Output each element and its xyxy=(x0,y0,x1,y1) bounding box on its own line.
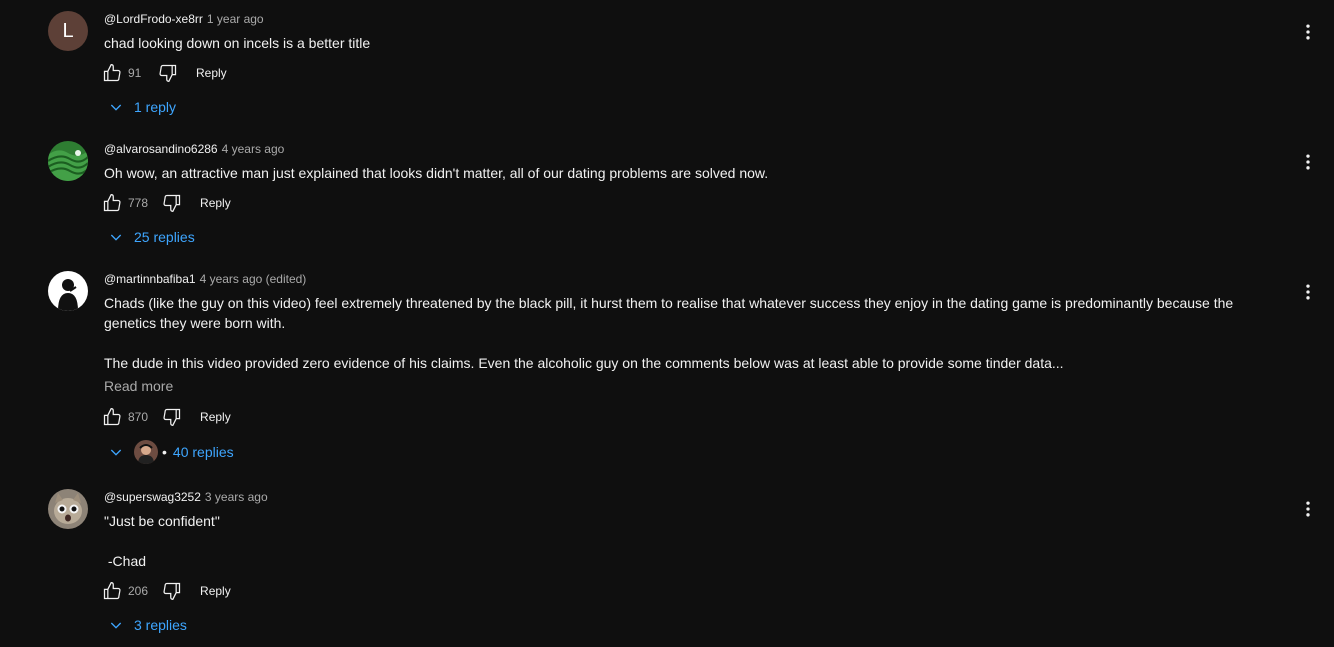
comment-header: @alvarosandino6286 4 years ago xyxy=(104,142,284,156)
comment-time[interactable]: 1 year ago xyxy=(207,12,264,26)
comments-section: L @LordFrodo-xe8rr 1 year ago chad lookin… xyxy=(0,0,1334,647)
replies-toggle[interactable]: 3 replies xyxy=(104,613,187,637)
comment-time[interactable]: 4 years ago (edited) xyxy=(200,272,307,286)
comment-actions: 206 Reply xyxy=(100,579,231,603)
comment-paragraph: -Chad xyxy=(104,553,147,569)
comment-text: "Just be confident" -Chad xyxy=(104,511,1284,571)
comment-actions: 91 Reply xyxy=(100,61,227,85)
reply-button[interactable]: Reply xyxy=(200,584,231,598)
replies-toggle[interactable]: 25 replies xyxy=(104,225,195,249)
avatar-letter: L xyxy=(62,20,74,42)
like-count: 870 xyxy=(128,410,149,424)
separator-dot: • xyxy=(162,444,167,460)
comment-header: @superswag3252 3 years ago xyxy=(104,490,268,504)
reply-button[interactable]: Reply xyxy=(200,196,231,210)
comment-paragraph xyxy=(104,531,1284,551)
avatar[interactable]: L xyxy=(48,11,88,51)
chevron-down-icon xyxy=(104,225,128,249)
creator-avatar xyxy=(134,440,158,464)
comment-text: chad looking down on incels is a better … xyxy=(104,33,1284,53)
author-name[interactable]: @alvarosandino6286 xyxy=(104,142,218,156)
like-icon[interactable] xyxy=(100,191,124,215)
more-vert-icon[interactable] xyxy=(1296,280,1320,304)
comment-paragraph: chad looking down on incels is a better … xyxy=(104,35,371,51)
more-vert-icon[interactable] xyxy=(1296,150,1320,174)
like-icon[interactable] xyxy=(100,61,124,85)
like-count: 91 xyxy=(128,66,142,80)
comment-text: Chads (like the guy on this video) feel … xyxy=(104,293,1284,373)
replies-toggle[interactable]: • 40 replies xyxy=(104,440,234,464)
reply-button[interactable]: Reply xyxy=(200,410,231,424)
comment-actions: 778 Reply xyxy=(100,191,231,215)
replies-count: 40 replies xyxy=(172,444,234,460)
chevron-down-icon xyxy=(104,440,128,464)
dislike-icon[interactable] xyxy=(160,579,184,603)
read-more-button[interactable]: Read more xyxy=(104,378,173,394)
comment-paragraph: Chads (like the guy on this video) feel … xyxy=(104,295,1238,331)
dislike-icon[interactable] xyxy=(160,405,184,429)
like-count: 206 xyxy=(128,584,149,598)
author-name[interactable]: @LordFrodo-xe8rr xyxy=(104,12,203,26)
dislike-icon[interactable] xyxy=(160,191,184,215)
reply-button[interactable]: Reply xyxy=(196,66,227,80)
avatar[interactable] xyxy=(48,271,88,311)
replies-count: 3 replies xyxy=(134,617,187,633)
avatar[interactable] xyxy=(48,489,88,529)
more-vert-icon[interactable] xyxy=(1296,20,1320,44)
author-name[interactable]: @superswag3252 xyxy=(104,490,201,504)
author-name[interactable]: @martinnbafiba1 xyxy=(104,272,196,286)
dislike-icon[interactable] xyxy=(156,61,180,85)
comment-text: Oh wow, an attractive man just explained… xyxy=(104,163,1284,183)
comment-paragraph: "Just be confident" xyxy=(104,513,220,529)
comment-paragraph: The dude in this video provided zero evi… xyxy=(104,355,1064,371)
replies-toggle[interactable]: 1 reply xyxy=(104,95,176,119)
comment-time[interactable]: 3 years ago xyxy=(205,490,268,504)
like-icon[interactable] xyxy=(100,579,124,603)
comment-paragraph: Oh wow, an attractive man just explained… xyxy=(104,165,769,181)
replies-count: 1 reply xyxy=(134,99,177,115)
like-count: 778 xyxy=(128,196,149,210)
comment-time[interactable]: 4 years ago xyxy=(222,142,285,156)
comment-header: @LordFrodo-xe8rr 1 year ago xyxy=(104,12,264,26)
comment-paragraph xyxy=(104,333,1284,353)
comment-header: @martinnbafiba1 4 years ago (edited) xyxy=(104,272,306,286)
replies-count: 25 replies xyxy=(134,229,195,245)
chevron-down-icon xyxy=(104,95,128,119)
like-icon[interactable] xyxy=(100,405,124,429)
comment-actions: 870 Reply xyxy=(100,405,231,429)
more-vert-icon[interactable] xyxy=(1296,497,1320,521)
chevron-down-icon xyxy=(104,613,128,637)
avatar[interactable] xyxy=(48,141,88,181)
